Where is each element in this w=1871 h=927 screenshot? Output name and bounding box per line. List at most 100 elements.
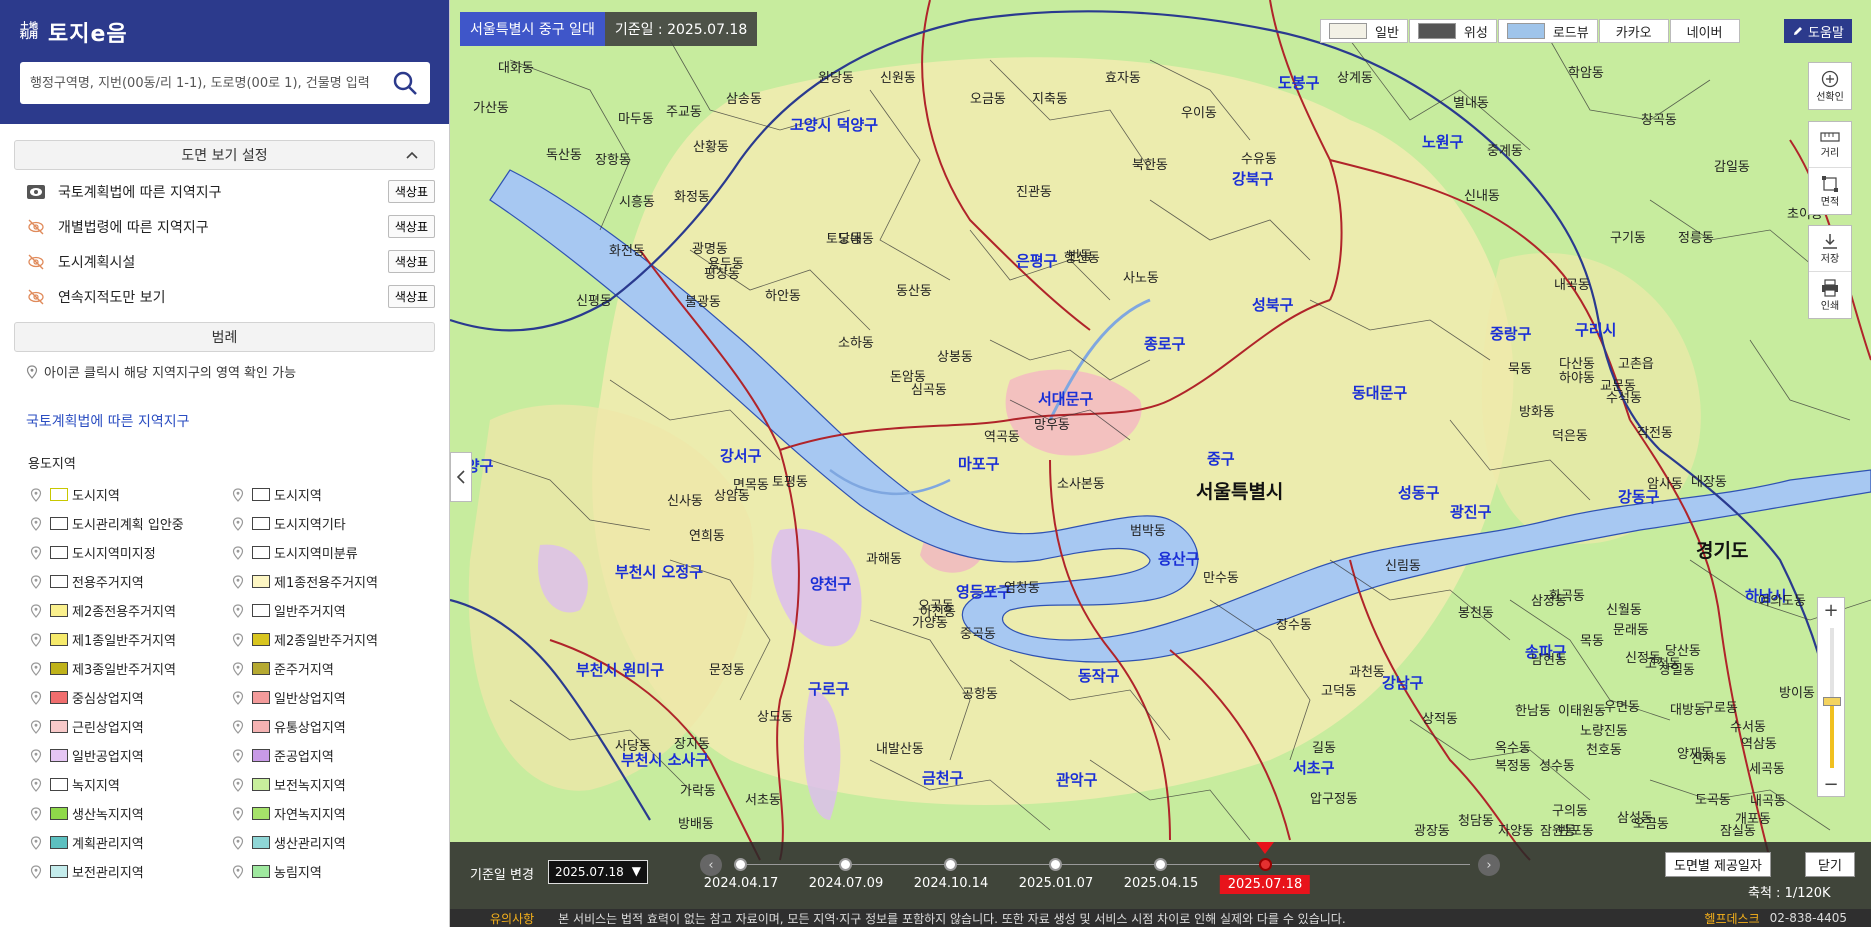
- map-type-naver[interactable]: 네이버: [1669, 19, 1740, 43]
- neighborhood-label: 원당동: [818, 71, 854, 86]
- map-pin-icon[interactable]: [230, 806, 246, 821]
- logo[interactable]: 土地 利用 토지e음: [20, 20, 429, 47]
- map-pin-icon[interactable]: [28, 719, 44, 734]
- map-type-satellite[interactable]: 위성: [1408, 19, 1497, 43]
- map-type-kakao[interactable]: 카카오: [1598, 19, 1669, 43]
- map-pin-icon[interactable]: [28, 748, 44, 763]
- timeline-prev-button[interactable]: ‹: [700, 854, 722, 876]
- timeline-date-label[interactable]: 2025.04.15: [1124, 876, 1198, 891]
- notice-bar: 유의사항 본 서비스는 법적 효력이 없는 참고 자료이며, 모든 지역·지구 …: [450, 909, 1871, 927]
- zoom-in-button[interactable]: +: [1818, 598, 1844, 622]
- map-pin-icon[interactable]: [28, 603, 44, 618]
- sidebar-collapse-button[interactable]: [450, 452, 472, 502]
- help-desk-label[interactable]: 헬프데스크: [1704, 910, 1759, 927]
- map-type-roadview[interactable]: 로드뷰: [1497, 19, 1598, 43]
- timeline-point[interactable]: [1049, 858, 1062, 871]
- map-pin-icon[interactable]: [28, 835, 44, 850]
- timeline-next-button[interactable]: ›: [1478, 854, 1500, 876]
- neighborhood-label: 한남동: [1515, 704, 1551, 719]
- neighborhood-label: 대장동: [1691, 475, 1727, 490]
- zone-label: 도시지역기타: [274, 518, 346, 533]
- map-pin-icon[interactable]: [230, 487, 246, 502]
- color-legend-button[interactable]: 색상표: [387, 250, 435, 273]
- timeline-point[interactable]: [944, 858, 957, 871]
- map-pin-icon[interactable]: [230, 777, 246, 792]
- eye-off-icon[interactable]: [26, 253, 46, 271]
- timeline-date-label[interactable]: 2024.07.09: [809, 876, 883, 891]
- map-pin-icon[interactable]: [28, 545, 44, 560]
- legend-subcategory: 용도지역: [28, 457, 76, 472]
- neighborhood-label: 불광동: [685, 295, 721, 310]
- timeline-point[interactable]: [1154, 858, 1167, 871]
- map-pin-icon[interactable]: [28, 864, 44, 879]
- map-pin-icon[interactable]: [28, 661, 44, 676]
- tool-area[interactable]: 면적: [1809, 168, 1851, 214]
- zone-legend-grid: 도시지역 도시지역 도시관리계획 입안중 도시지역기타 도시지역미지정 도시지역미분류 전용…: [28, 480, 449, 886]
- neighborhood-label: 효자동: [1105, 71, 1141, 86]
- map-pin-icon[interactable]: [230, 661, 246, 676]
- timeline-date-label[interactable]: 2025.07.18: [1219, 875, 1311, 894]
- zoom-out-button[interactable]: −: [1818, 772, 1844, 796]
- map-pin-icon[interactable]: [230, 864, 246, 879]
- zone-label: 농림지역: [274, 866, 322, 881]
- map-pin-icon[interactable]: [28, 632, 44, 647]
- map-pin-icon[interactable]: [230, 603, 246, 618]
- color-legend-button[interactable]: 색상표: [387, 285, 435, 308]
- zone-color-swatch: [252, 662, 270, 675]
- eye-off-icon[interactable]: [26, 218, 46, 236]
- layer-row: 연속지적도만 보기 색상표: [0, 279, 449, 314]
- search-input[interactable]: [30, 75, 388, 91]
- legend-category[interactable]: 국토계획법에 따른 지역지구: [26, 411, 449, 431]
- map-view[interactable]: 고양시 덕양구 도봉구 노원구 강북구 은평구 성북구 종로구 중랑구 구리시 서대문구 동대문구 마…: [450, 0, 1871, 927]
- help-button[interactable]: 도움말: [1784, 19, 1852, 43]
- district-label: 용산구: [1158, 550, 1200, 568]
- map-pin-icon[interactable]: [28, 487, 44, 502]
- map-pin-icon[interactable]: [230, 835, 246, 850]
- map-pin-icon[interactable]: [28, 806, 44, 821]
- timeline-point[interactable]: [734, 858, 747, 871]
- neighborhood-label: 소하동: [838, 336, 874, 351]
- map-pin-icon[interactable]: [230, 545, 246, 560]
- map-pin-icon[interactable]: [28, 777, 44, 792]
- map-pin-icon[interactable]: [28, 516, 44, 531]
- eye-icon[interactable]: [26, 183, 46, 201]
- neighborhood-label: 별내동: [1453, 96, 1489, 111]
- neighborhood-label: 방화동: [1519, 405, 1555, 420]
- tool-save[interactable]: 저장: [1809, 226, 1851, 272]
- map-pin-icon[interactable]: [28, 690, 44, 705]
- timeline-date-label[interactable]: 2024.04.17: [704, 876, 778, 891]
- eye-off-icon[interactable]: [26, 288, 46, 306]
- tool-distance[interactable]: 거리: [1809, 122, 1851, 168]
- sidebar-header: 土地 利用 토지e음: [0, 0, 449, 124]
- color-legend-button[interactable]: 색상표: [387, 215, 435, 238]
- district-label: 성동구: [1398, 484, 1440, 502]
- timeline-point[interactable]: [1259, 858, 1272, 871]
- zone-color-swatch: [252, 836, 270, 849]
- map-pin-icon[interactable]: [230, 748, 246, 763]
- color-legend-button[interactable]: 색상표: [387, 180, 435, 203]
- timeline-date-label[interactable]: 2025.01.07: [1019, 876, 1093, 891]
- zoom-slider-handle[interactable]: [1823, 696, 1841, 706]
- timeline-point[interactable]: [839, 858, 852, 871]
- legend-info: 아이콘 클릭시 해당 지역지구의 영역 확인 가능: [26, 362, 449, 381]
- tool-print[interactable]: 인쇄: [1809, 272, 1851, 318]
- neighborhood-label: 신사동: [667, 494, 703, 509]
- view-settings-header[interactable]: 도면 보기 설정: [14, 140, 435, 170]
- tool-line-check[interactable]: 선확인: [1809, 63, 1851, 109]
- map-pin-icon[interactable]: [28, 574, 44, 589]
- timeline-close-button[interactable]: 닫기: [1805, 852, 1855, 877]
- map-pin-icon[interactable]: [230, 632, 246, 647]
- zone-color-swatch: [50, 662, 68, 675]
- provide-date-button[interactable]: 도면별 제공일자: [1665, 852, 1771, 877]
- district-label: 동작구: [1078, 667, 1120, 685]
- search-button[interactable]: [388, 66, 422, 100]
- logo-mark: 土地 利用: [20, 22, 39, 41]
- map-pin-icon[interactable]: [230, 690, 246, 705]
- timeline-date-label[interactable]: 2024.10.14: [914, 876, 988, 891]
- map-pin-icon[interactable]: [230, 516, 246, 531]
- date-select[interactable]: 2025.07.18 ▼: [548, 860, 648, 884]
- map-pin-icon[interactable]: [230, 719, 246, 734]
- map-type-general[interactable]: 일반: [1320, 19, 1408, 43]
- zone-label: 도시지역미분류: [274, 547, 358, 562]
- map-pin-icon[interactable]: [230, 574, 246, 589]
